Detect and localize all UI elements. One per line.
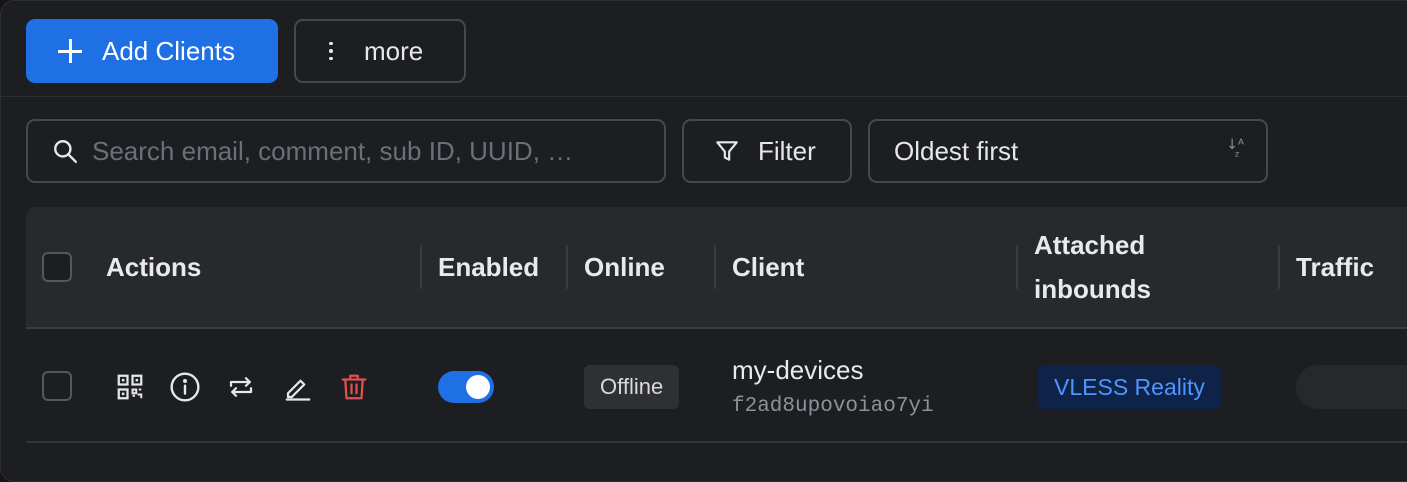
column-separator [1016, 245, 1018, 289]
divider [1, 96, 1407, 97]
column-header-client: Client [732, 252, 805, 282]
sort-icon: ↓ᴬ ᶻ [1226, 137, 1244, 165]
info-icon[interactable] [169, 371, 201, 403]
filter-label: Filter [758, 135, 816, 166]
column-header-enabled: Enabled [438, 252, 540, 282]
plus-icon [58, 39, 82, 63]
row-checkbox[interactable] [42, 371, 72, 401]
client-id: f2ad8upovoiao7yi [732, 395, 934, 418]
filter-button[interactable]: Filter [682, 119, 852, 183]
column-header-traffic: Traffic [1296, 252, 1375, 282]
filter-icon [716, 141, 738, 161]
search-field[interactable] [26, 119, 666, 183]
more-label: more [364, 35, 424, 66]
add-clients-button[interactable]: Add Clients [26, 19, 278, 83]
reset-icon[interactable] [225, 371, 257, 403]
select-all-checkbox[interactable] [42, 252, 72, 282]
inbound-badge: VLESS Reality [1038, 365, 1221, 409]
search-icon [54, 140, 78, 164]
table-header: Actions Enabled Online Client Attached i… [26, 207, 1407, 329]
sort-label: Oldest first [894, 135, 1019, 166]
search-input[interactable] [90, 134, 614, 168]
column-header-actions: Actions [106, 252, 202, 282]
column-separator [1278, 245, 1280, 289]
add-clients-label: Add Clients [102, 35, 235, 66]
column-separator [420, 245, 422, 289]
column-header-online: Online [584, 252, 665, 282]
qr-code-icon[interactable] [114, 371, 146, 403]
online-status-badge: Offline [584, 365, 680, 409]
toggle-knob [466, 375, 490, 399]
client-name: my-devices [732, 355, 864, 385]
column-separator [566, 245, 568, 289]
column-header-attached-inbounds: Attached inbounds [1034, 230, 1151, 304]
edit-icon[interactable] [282, 371, 314, 403]
more-button[interactable]: more [294, 19, 466, 83]
traffic-bar [1296, 365, 1407, 409]
sort-select[interactable]: Oldest first ↓ᴬ ᶻ [868, 119, 1268, 183]
table-row: Offline my-devices f2ad8upovoiao7yi VLES… [26, 329, 1407, 443]
more-vertical-icon [326, 41, 336, 61]
clients-table: Actions Enabled Online Client Attached i… [26, 207, 1407, 443]
delete-icon[interactable] [338, 371, 370, 403]
enabled-toggle[interactable] [438, 371, 494, 403]
clients-panel: Add Clients more Filter Oldest first ↓ᴬ … [0, 0, 1407, 482]
column-separator [714, 245, 716, 289]
